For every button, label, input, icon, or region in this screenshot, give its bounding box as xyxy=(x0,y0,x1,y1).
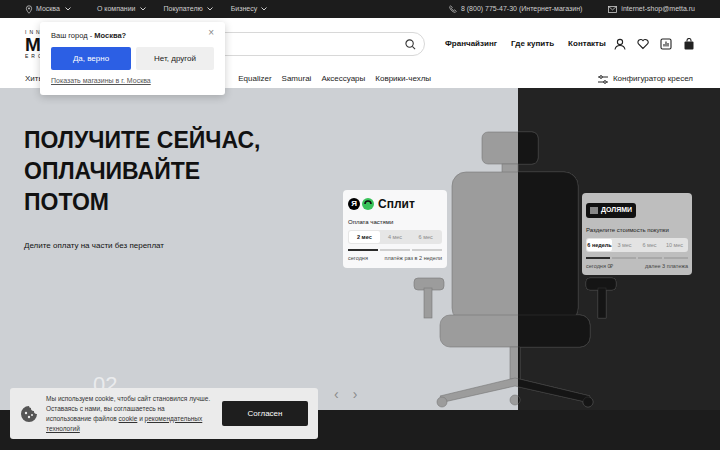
split-card: Я Сплит Оплата частями 2 мес4 мес6 мес с… xyxy=(343,190,447,268)
stores-link[interactable]: Показать магазины в г. Москва xyxy=(51,76,214,87)
email[interactable]: internet-shop@metta.ru xyxy=(608,4,695,15)
city-selector[interactable]: Москва xyxy=(25,4,71,15)
dolyami-brand: ДОЛЯМИ xyxy=(601,205,632,216)
confirm-button[interactable]: Да, верно xyxy=(51,47,131,70)
phone-number[interactable]: 8 (800) 775-47-30 (Интернет-магазин) xyxy=(461,4,582,15)
period-option[interactable]: 10 мес xyxy=(662,239,687,251)
chevron-icon xyxy=(261,7,267,11)
period-option[interactable]: 2 мес xyxy=(349,231,380,243)
split-caption: Оплата частями xyxy=(348,218,442,227)
top-menu-item[interactable]: Бизнесу xyxy=(231,4,267,15)
cookie-text: Мы используем cookie, чтобы сайт станови… xyxy=(46,394,211,434)
mail-icon xyxy=(608,6,617,13)
dolyami-caption: Разделите стоимость покупки xyxy=(586,226,688,235)
city-question: Ваш город - Москва? xyxy=(51,28,126,41)
top-menu-label[interactable]: О компании xyxy=(97,4,136,15)
close-button[interactable]: × xyxy=(208,28,214,38)
header-link[interactable]: Контакты xyxy=(568,38,606,50)
dolyami-card: ДОЛЯМИ Разделите стоимость покупки 6 нед… xyxy=(582,193,692,275)
hero-banner[interactable]: ПОЛУЧИТЕ СЕЙЧАС,ОПЛАЧИВАЙТЕПОТОМ Делите … xyxy=(0,88,720,410)
cookie-and: и xyxy=(137,415,144,422)
top-bar: Москва О компании Покупателю Бизнесу 8 (80… xyxy=(0,0,720,18)
top-menu-item[interactable]: О компании xyxy=(97,4,146,15)
split-today: сегодня xyxy=(348,254,368,262)
header-link[interactable]: Франчайзинг xyxy=(445,38,497,50)
chevron-icon xyxy=(207,7,213,11)
city-popup: Ваш город - Москва? × Да, верно Нет, дру… xyxy=(40,22,225,95)
split-options: 2 мес4 мес6 мес xyxy=(348,230,442,244)
period-option[interactable]: 6 недель xyxy=(587,239,612,251)
header-link[interactable]: Где купить xyxy=(511,38,554,50)
bars-icon xyxy=(590,207,598,214)
cookie-banner: Мы используем cookie, чтобы сайт станови… xyxy=(10,388,318,439)
bag-icon[interactable] xyxy=(683,38,695,50)
period-option[interactable]: 3 мес xyxy=(612,239,637,251)
title-line: ПОЛУЧИТЕ СЕЙЧАС, xyxy=(24,125,518,156)
split-name: Сплит xyxy=(378,195,415,213)
configurator-link[interactable]: Конфигуратор кресел xyxy=(598,73,695,85)
dolyami-schedule: далее 3 платежа xyxy=(645,262,688,270)
cookie-link[interactable]: cookie xyxy=(119,415,138,422)
dolyami-options: 6 недель3 мес6 мес10 мес xyxy=(586,238,688,252)
phone-icon xyxy=(449,5,457,13)
pin-icon xyxy=(25,5,33,14)
heart-icon[interactable] xyxy=(637,38,649,50)
cookie-icon xyxy=(20,405,38,423)
catalog-item[interactable]: Коврики-чехлы xyxy=(375,73,431,85)
search-icon[interactable] xyxy=(405,39,416,50)
yandex-mark: Я xyxy=(348,198,360,210)
next-arrow[interactable]: › xyxy=(353,384,358,405)
prev-arrow[interactable]: ‹ xyxy=(334,384,339,405)
decline-button[interactable]: Нет, другой xyxy=(136,47,214,70)
split-logo-icon xyxy=(362,198,374,210)
split-schedule: платёж раз в 2 недели xyxy=(385,254,442,262)
period-option[interactable]: 6 мес xyxy=(637,239,662,251)
compare-icon[interactable] xyxy=(660,38,672,50)
accept-button[interactable]: Согласен xyxy=(222,401,308,426)
period-option[interactable]: 6 мес xyxy=(410,231,441,243)
chevron-icon xyxy=(140,7,146,11)
configurator-label[interactable]: Конфигуратор кресел xyxy=(613,73,693,85)
header-links: Франчайзинг Где купить Контакты xyxy=(445,38,606,50)
email-address[interactable]: internet-shop@metta.ru xyxy=(621,4,695,15)
phone[interactable]: 8 (800) 775-47-30 (Интернет-магазин) xyxy=(449,4,582,15)
chevron-icon xyxy=(65,7,71,11)
page: Москва О компании Покупателю Бизнесу 8 (80… xyxy=(0,0,720,450)
dolyami-today: сегодня 0₽ xyxy=(586,262,613,270)
slider-arrows: ‹ › xyxy=(334,384,357,405)
sliders-icon xyxy=(598,75,608,84)
city-label[interactable]: Москва xyxy=(36,4,60,15)
period-option[interactable]: 4 мес xyxy=(380,231,411,243)
user-icon[interactable] xyxy=(614,38,626,50)
question-prefix: Ваш город - xyxy=(51,31,94,40)
dolyami-badge: ДОЛЯМИ xyxy=(586,203,636,218)
catalog-item[interactable]: Equalizer xyxy=(238,73,271,85)
top-menu-label[interactable]: Покупателю xyxy=(164,4,203,15)
question-city: Москва? xyxy=(94,31,126,40)
top-menu-item[interactable]: Покупателю xyxy=(164,4,213,15)
catalog-item[interactable]: Samurai xyxy=(282,73,312,85)
top-menu-label[interactable]: Бизнесу xyxy=(231,4,257,15)
header-icons xyxy=(614,38,695,50)
catalog-item[interactable]: Аксессуары xyxy=(321,73,365,85)
title-line: ОПЛАЧИВАЙТЕ xyxy=(24,156,518,187)
top-menu: О компании Покупателю Бизнесу xyxy=(97,4,267,15)
